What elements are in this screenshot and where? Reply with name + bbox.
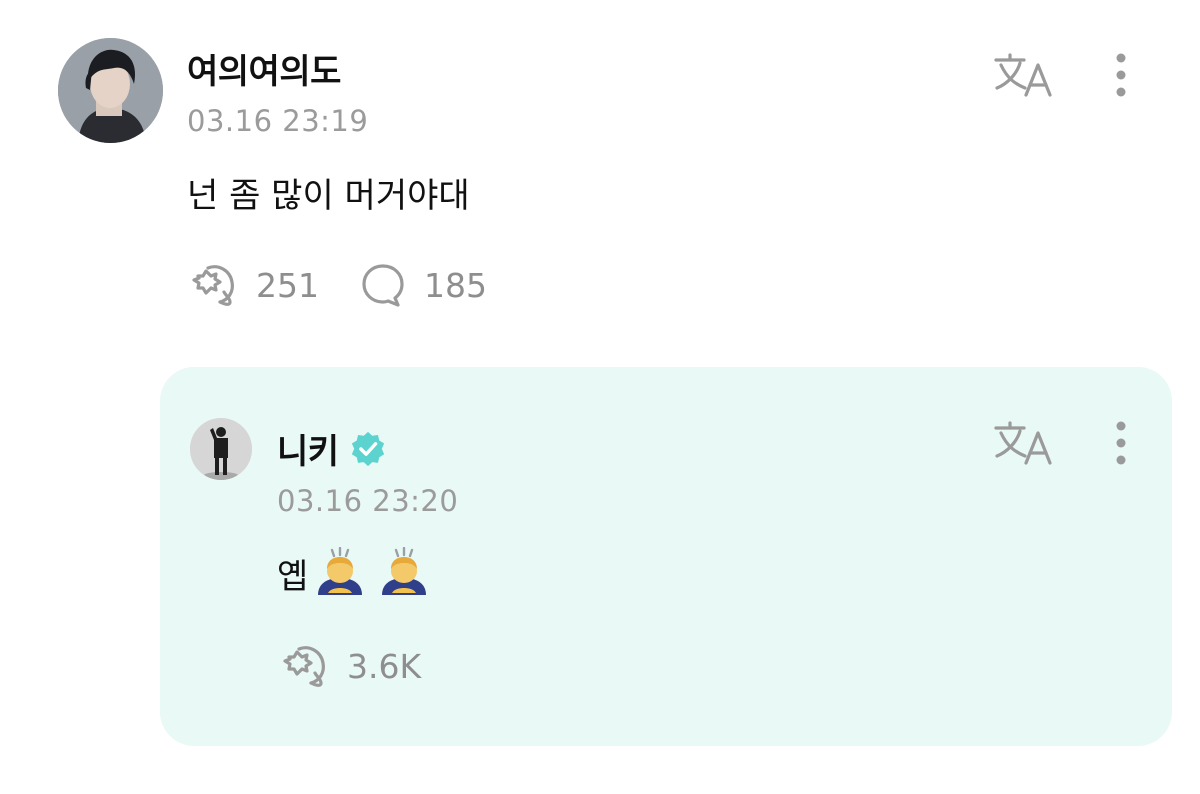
artist-like-count: 3.6K: [347, 646, 422, 686]
artist-profile-photo: [190, 418, 252, 480]
verified-badge-icon: [351, 431, 384, 466]
translate-icon: [994, 421, 1052, 465]
fan-more-button[interactable]: [1102, 48, 1140, 102]
like-icon: [192, 265, 234, 306]
fan-timestamp: 03.16 23:19: [187, 104, 369, 138]
fan-like-button[interactable]: 251: [186, 262, 319, 308]
fan-like-count: 251: [256, 265, 319, 305]
fan-profile-photo: [58, 38, 163, 143]
fan-translate-button[interactable]: [990, 50, 1058, 100]
fan-username[interactable]: 여의여의도: [187, 44, 341, 93]
artist-username[interactable]: 니키: [277, 424, 339, 473]
artist-translate-button[interactable]: [990, 418, 1058, 468]
translate-icon: [994, 53, 1052, 97]
fan-comment-text: 넌 좀 많이 머거야대: [187, 176, 470, 216]
fan-reply-count: 185: [424, 265, 487, 305]
more-vertical-icon: [1116, 53, 1126, 97]
artist-timestamp: 03.16 23:20: [277, 484, 459, 518]
artist-comment-word: 옙: [277, 556, 309, 597]
like-icon: [283, 646, 325, 687]
fan-avatar[interactable]: [58, 38, 163, 143]
fan-reply-button[interactable]: 185: [360, 262, 487, 308]
artist-more-button[interactable]: [1102, 416, 1140, 470]
artist-like-button[interactable]: 3.6K: [277, 643, 421, 689]
bowing-person-emoji: [318, 547, 363, 595]
artist-comment-text: 옙: [277, 547, 430, 599]
comment-bubble-icon: [362, 264, 404, 307]
artist-username-row: 니키: [277, 424, 387, 473]
more-vertical-icon: [1116, 421, 1126, 465]
artist-avatar[interactable]: [190, 418, 252, 480]
bowing-person-emoji: [382, 547, 427, 595]
comment-thread: 여의여의도 03.16 23:19 넌 좀 많이 머거야대 251 185 니키…: [0, 0, 1200, 794]
